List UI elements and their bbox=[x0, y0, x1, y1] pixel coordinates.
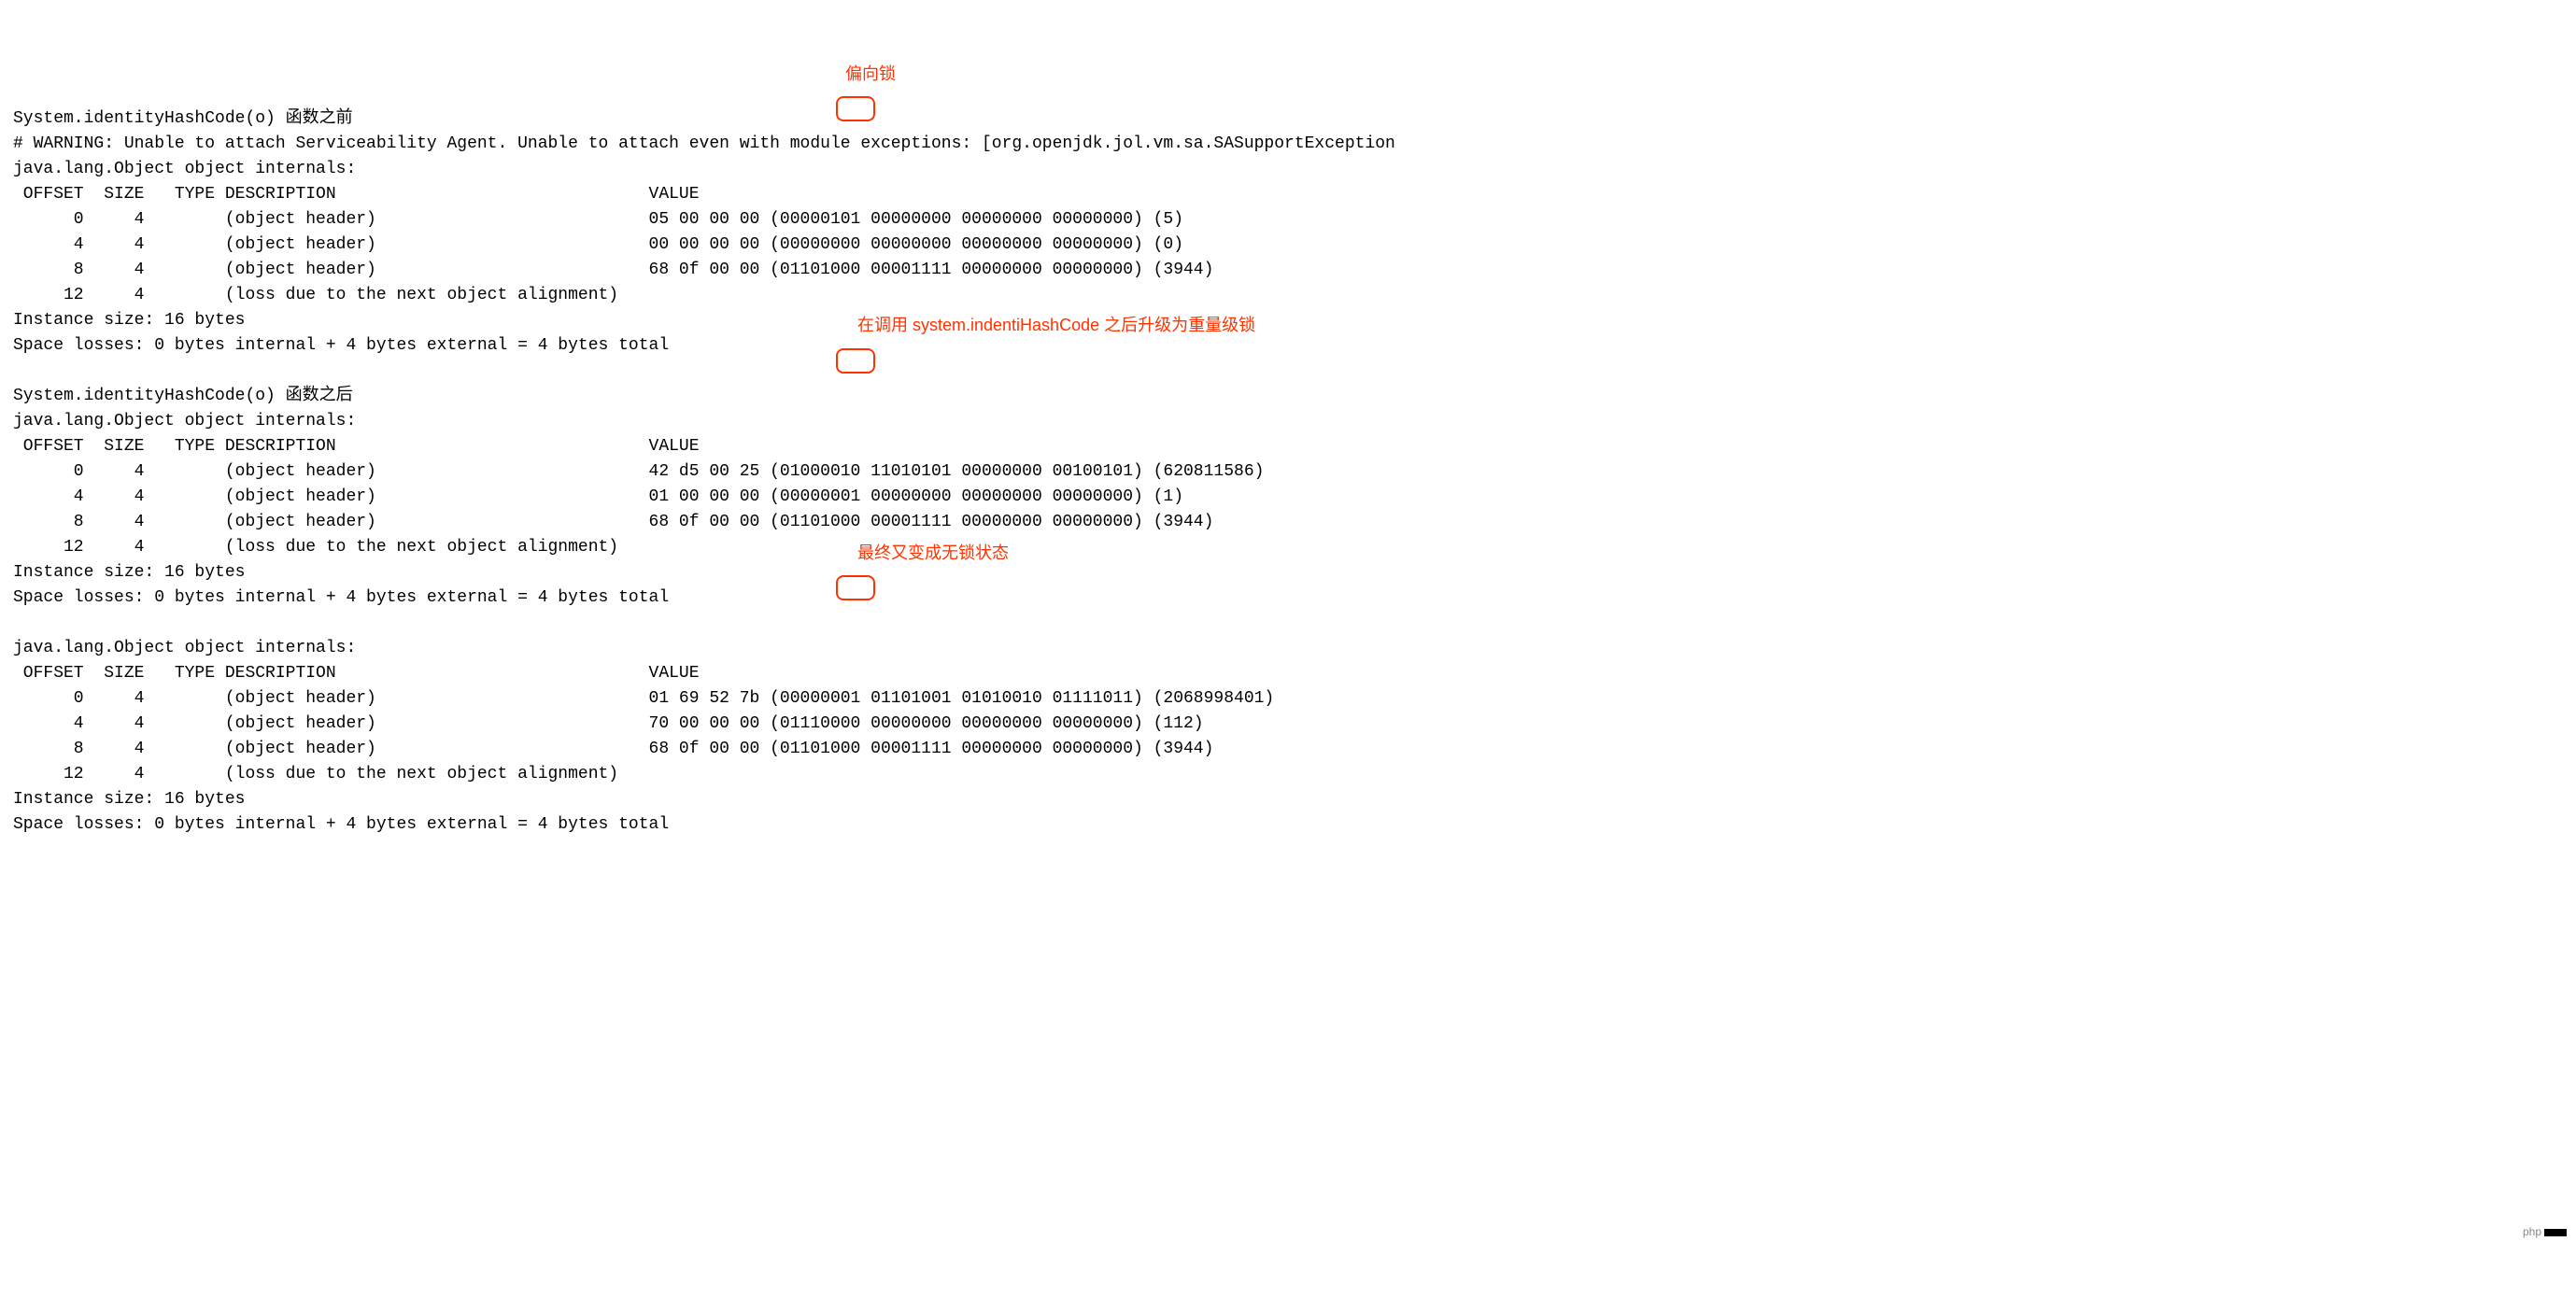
table-row: 12 4 (loss due to the next object alignm… bbox=[13, 538, 618, 557]
annotation-no-lock: 最终又变成无锁状态 bbox=[857, 541, 1009, 566]
line: Space losses: 0 bytes internal + 4 bytes… bbox=[13, 815, 669, 834]
line: java.lang.Object object internals: bbox=[13, 412, 356, 430]
line: System.identityHashCode(o) 函数之后 bbox=[13, 387, 353, 405]
line: Space losses: 0 bytes internal + 4 bytes… bbox=[13, 588, 669, 607]
highlight-box-2 bbox=[836, 348, 875, 374]
line: java.lang.Object object internals: bbox=[13, 639, 356, 657]
line: System.identityHashCode(o) 函数之前 bbox=[13, 109, 353, 128]
table-row: 0 4 (object header) 42 d5 00 25 (0100001… bbox=[13, 462, 1264, 481]
table-header: OFFSET SIZE TYPE DESCRIPTION VALUE bbox=[13, 185, 700, 204]
line: Instance size: 16 bytes bbox=[13, 790, 245, 809]
table-row: 8 4 (object header) 68 0f 00 00 (0110100… bbox=[13, 261, 1213, 279]
annotation-biased-lock: 偏向锁 bbox=[845, 62, 896, 87]
annotation-heavyweight-lock: 在调用 system.indentiHashCode 之后升级为重量级锁 bbox=[857, 313, 1255, 338]
table-row: 0 4 (object header) 05 00 00 00 (0000010… bbox=[13, 210, 1183, 229]
table-row: 4 4 (object header) 00 00 00 00 (0000000… bbox=[13, 235, 1183, 254]
table-row: 4 4 (object header) 70 00 00 00 (0111000… bbox=[13, 714, 1204, 733]
table-header: OFFSET SIZE TYPE DESCRIPTION VALUE bbox=[13, 664, 700, 683]
line: Instance size: 16 bytes bbox=[13, 311, 245, 330]
watermark: php bbox=[2519, 1222, 2570, 1241]
table-row: 12 4 (loss due to the next object alignm… bbox=[13, 765, 618, 783]
line: java.lang.Object object internals: bbox=[13, 160, 356, 178]
line: Space losses: 0 bytes internal + 4 bytes… bbox=[13, 336, 669, 355]
console-output: System.identityHashCode(o) 函数之前 # WARNIN… bbox=[13, 106, 2563, 838]
table-row: 4 4 (object header) 01 00 00 00 (0000000… bbox=[13, 487, 1183, 506]
table-header: OFFSET SIZE TYPE DESCRIPTION VALUE bbox=[13, 437, 700, 456]
table-row: 12 4 (loss due to the next object alignm… bbox=[13, 286, 618, 304]
table-row: 8 4 (object header) 68 0f 00 00 (0110100… bbox=[13, 513, 1213, 531]
line: Instance size: 16 bytes bbox=[13, 563, 245, 582]
line: # WARNING: Unable to attach Serviceabili… bbox=[13, 134, 1395, 153]
highlight-box-1 bbox=[836, 96, 875, 121]
highlight-box-3 bbox=[836, 575, 875, 600]
table-row: 8 4 (object header) 68 0f 00 00 (0110100… bbox=[13, 740, 1213, 758]
table-row: 0 4 (object header) 01 69 52 7b (0000000… bbox=[13, 689, 1274, 708]
